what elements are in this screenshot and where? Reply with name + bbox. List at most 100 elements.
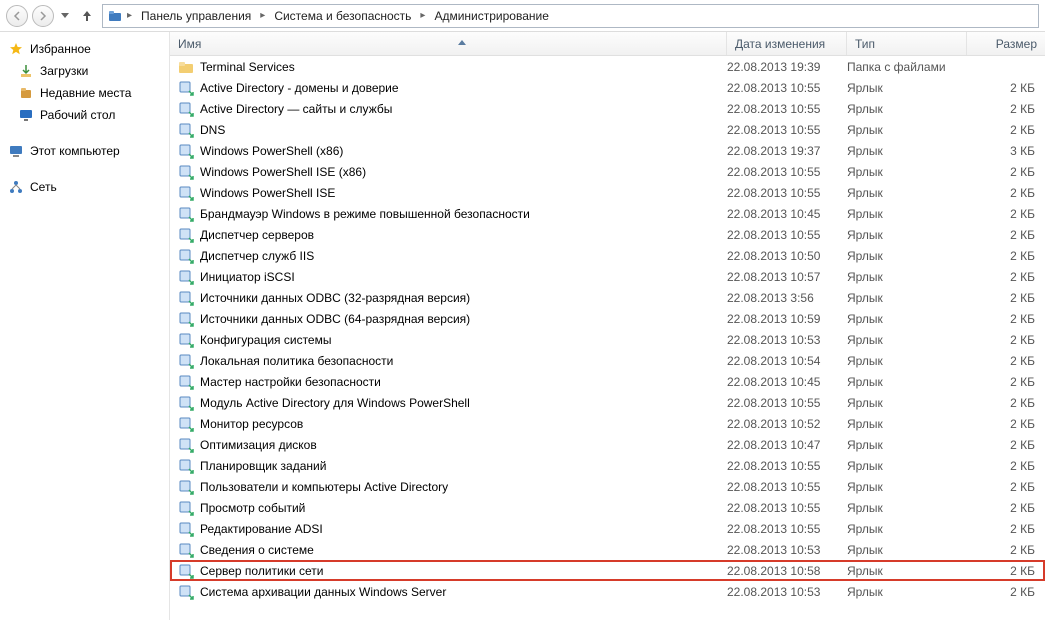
file-size-cell: 2 КБ bbox=[967, 333, 1045, 347]
file-name-label: Active Directory — сайты и службы bbox=[200, 102, 392, 116]
file-size-cell: 2 КБ bbox=[967, 522, 1045, 536]
file-size-cell: 2 КБ bbox=[967, 543, 1045, 557]
file-row[interactable]: Брандмауэр Windows в режиме повышенной б… bbox=[170, 203, 1045, 224]
file-date-cell: 22.08.2013 10:45 bbox=[727, 207, 847, 221]
file-row[interactable]: Система архивации данных Windows Server2… bbox=[170, 581, 1045, 602]
column-label: Дата изменения bbox=[735, 37, 825, 51]
file-date-cell: 22.08.2013 10:45 bbox=[727, 375, 847, 389]
file-size-cell: 2 КБ bbox=[967, 564, 1045, 578]
location-icon bbox=[107, 8, 123, 24]
file-row[interactable]: Источники данных ODBC (32-разрядная верс… bbox=[170, 287, 1045, 308]
file-name-label: Диспетчер служб IIS bbox=[200, 249, 314, 263]
file-row[interactable]: Редактирование ADSI22.08.2013 10:55Ярлык… bbox=[170, 518, 1045, 539]
back-button[interactable] bbox=[6, 5, 28, 27]
shortcut-icon bbox=[178, 395, 194, 411]
file-type-cell: Ярлык bbox=[847, 459, 967, 473]
navigation-toolbar: ▸ Панель управления ▸ Система и безопасн… bbox=[0, 0, 1045, 32]
favorites-group: Избранное Загрузки Недавние места Рабочи… bbox=[0, 38, 169, 126]
file-row[interactable]: Сведения о системе22.08.2013 10:53Ярлык2… bbox=[170, 539, 1045, 560]
file-date-cell: 22.08.2013 10:59 bbox=[727, 312, 847, 326]
file-date-cell: 22.08.2013 10:53 bbox=[727, 333, 847, 347]
file-name-label: Windows PowerShell ISE bbox=[200, 186, 335, 200]
recent-icon bbox=[18, 85, 34, 101]
file-row[interactable]: Мастер настройки безопасности22.08.2013 … bbox=[170, 371, 1045, 392]
file-size-cell: 2 КБ bbox=[967, 459, 1045, 473]
file-type-cell: Ярлык bbox=[847, 585, 967, 599]
file-date-cell: 22.08.2013 10:50 bbox=[727, 249, 847, 263]
file-row[interactable]: Windows PowerShell ISE (x86)22.08.2013 1… bbox=[170, 161, 1045, 182]
sidebar-item-recent[interactable]: Недавние места bbox=[0, 82, 169, 104]
file-row[interactable]: Просмотр событий22.08.2013 10:55Ярлык2 К… bbox=[170, 497, 1045, 518]
forward-button[interactable] bbox=[32, 5, 54, 27]
file-size-cell: 2 КБ bbox=[967, 186, 1045, 200]
file-date-cell: 22.08.2013 10:47 bbox=[727, 438, 847, 452]
file-type-cell: Ярлык bbox=[847, 186, 967, 200]
file-row[interactable]: Локальная политика безопасности22.08.201… bbox=[170, 350, 1045, 371]
chevron-right-icon: ▸ bbox=[258, 10, 267, 21]
chevron-right-icon: ▸ bbox=[125, 10, 134, 21]
file-name-cell: Источники данных ODBC (32-разрядная верс… bbox=[178, 290, 727, 306]
file-row[interactable]: Сервер политики сети22.08.2013 10:58Ярлы… bbox=[170, 560, 1045, 581]
sidebar-item-label: Сеть bbox=[30, 180, 57, 194]
sidebar-item-computer[interactable]: Этот компьютер bbox=[0, 140, 169, 162]
file-row[interactable]: Пользователи и компьютеры Active Directo… bbox=[170, 476, 1045, 497]
file-row[interactable]: Оптимизация дисков22.08.2013 10:47Ярлык2… bbox=[170, 434, 1045, 455]
file-row[interactable]: Windows PowerShell (x86)22.08.2013 19:37… bbox=[170, 140, 1045, 161]
file-name-cell: Сведения о системе bbox=[178, 542, 727, 558]
file-row[interactable]: Диспетчер серверов22.08.2013 10:55Ярлык2… bbox=[170, 224, 1045, 245]
file-type-cell: Ярлык bbox=[847, 438, 967, 452]
file-date-cell: 22.08.2013 10:57 bbox=[727, 270, 847, 284]
file-row[interactable]: Active Directory — сайты и службы 22.08.2… bbox=[170, 98, 1045, 119]
shortcut-icon bbox=[178, 563, 194, 579]
file-name-cell: Terminal Services bbox=[178, 59, 727, 75]
file-row[interactable]: Диспетчер служб IIS 22.08.2013 10:50Ярлык… bbox=[170, 245, 1045, 266]
file-date-cell: 22.08.2013 10:52 bbox=[727, 417, 847, 431]
file-row[interactable]: Windows PowerShell ISE22.08.2013 10:55Яр… bbox=[170, 182, 1045, 203]
sidebar-item-downloads[interactable]: Загрузки bbox=[0, 60, 169, 82]
file-row[interactable]: Источники данных ODBC (64-разрядная верс… bbox=[170, 308, 1045, 329]
sidebar-item-network[interactable]: Сеть bbox=[0, 176, 169, 198]
shortcut-icon bbox=[178, 458, 194, 474]
breadcrumb-item[interactable]: Администрирование bbox=[429, 7, 553, 25]
column-header-type[interactable]: Тип bbox=[847, 32, 967, 55]
breadcrumb-item[interactable]: Панель управления bbox=[136, 7, 256, 25]
file-name-label: Планировщик заданий bbox=[200, 459, 326, 473]
column-label: Тип bbox=[855, 37, 875, 51]
file-size-cell: 2 КБ bbox=[967, 480, 1045, 494]
file-row[interactable]: Active Directory - домены и доверие22.08… bbox=[170, 77, 1045, 98]
file-type-cell: Ярлык bbox=[847, 501, 967, 515]
file-type-cell: Папка с файлами bbox=[847, 60, 967, 74]
file-type-cell: Ярлык bbox=[847, 81, 967, 95]
column-header-size[interactable]: Размер bbox=[967, 32, 1045, 55]
file-size-cell: 2 КБ bbox=[967, 396, 1045, 410]
file-size-cell: 2 КБ bbox=[967, 312, 1045, 326]
file-name-cell: Модуль Active Directory для Windows Powe… bbox=[178, 395, 727, 411]
up-button[interactable] bbox=[76, 5, 98, 27]
file-name-label: Брандмауэр Windows в режиме повышенной б… bbox=[200, 207, 530, 221]
column-header-name[interactable]: Имя bbox=[170, 32, 727, 55]
file-size-cell: 2 КБ bbox=[967, 501, 1045, 515]
breadcrumb-item[interactable]: Система и безопасность bbox=[269, 7, 416, 25]
file-row[interactable]: DNS22.08.2013 10:55Ярлык2 КБ bbox=[170, 119, 1045, 140]
file-row[interactable]: Планировщик заданий22.08.2013 10:55Ярлык… bbox=[170, 455, 1045, 476]
file-row[interactable]: Модуль Active Directory для Windows Powe… bbox=[170, 392, 1045, 413]
file-name-cell: Сервер политики сети bbox=[178, 563, 727, 579]
sidebar-item-desktop[interactable]: Рабочий стол bbox=[0, 104, 169, 126]
column-header-date[interactable]: Дата изменения bbox=[727, 32, 847, 55]
shortcut-icon bbox=[178, 248, 194, 264]
file-row[interactable]: Инициатор iSCSI22.08.2013 10:57Ярлык2 КБ bbox=[170, 266, 1045, 287]
history-dropdown[interactable] bbox=[58, 5, 72, 27]
file-type-cell: Ярлык bbox=[847, 249, 967, 263]
main-area: Избранное Загрузки Недавние места Рабочи… bbox=[0, 32, 1045, 620]
favorites-header[interactable]: Избранное bbox=[0, 38, 169, 60]
address-bar[interactable]: ▸ Панель управления ▸ Система и безопасн… bbox=[102, 4, 1039, 28]
file-date-cell: 22.08.2013 10:55 bbox=[727, 480, 847, 494]
file-row[interactable]: Монитор ресурсов22.08.2013 10:52Ярлык2 К… bbox=[170, 413, 1045, 434]
file-name-label: Источники данных ODBC (64-разрядная верс… bbox=[200, 312, 470, 326]
file-row[interactable]: Terminal Services22.08.2013 19:39Папка с… bbox=[170, 56, 1045, 77]
file-date-cell: 22.08.2013 10:55 bbox=[727, 102, 847, 116]
file-row[interactable]: Конфигурация системы22.08.2013 10:53Ярлы… bbox=[170, 329, 1045, 350]
star-icon bbox=[8, 41, 24, 57]
file-name-cell: Пользователи и компьютеры Active Directo… bbox=[178, 479, 727, 495]
file-name-label: Active Directory - домены и доверие bbox=[200, 81, 399, 95]
